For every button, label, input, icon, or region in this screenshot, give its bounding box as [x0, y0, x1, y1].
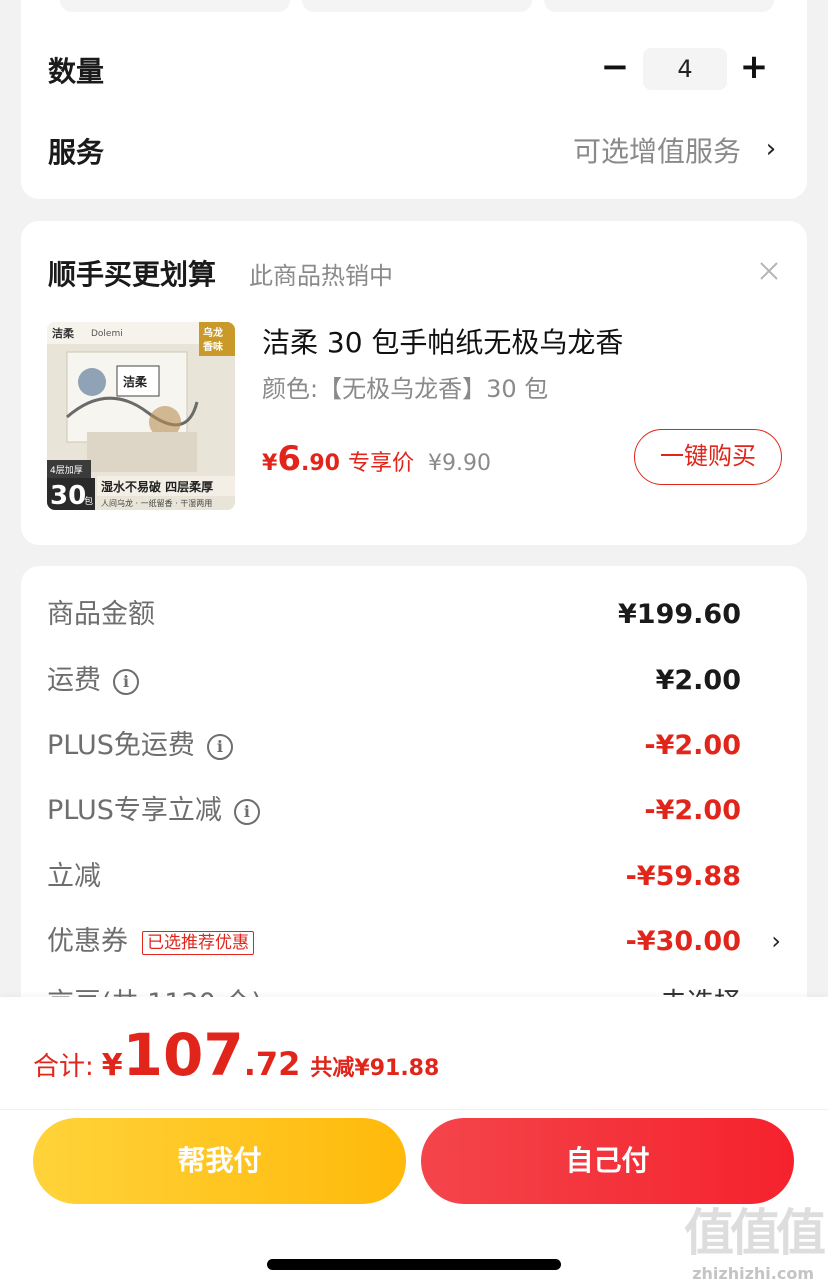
- info-icon[interactable]: i: [206, 733, 233, 760]
- svg-text:香味: 香味: [203, 340, 223, 353]
- info-icon[interactable]: i: [233, 798, 260, 825]
- total-symbol: ¥: [101, 1048, 123, 1083]
- help-pay-button[interactable]: 帮我付: [33, 1118, 406, 1204]
- total-label: 合计:: [33, 1052, 94, 1082]
- chevron-right-icon[interactable]: ›: [756, 134, 786, 164]
- svg-text:人间乌龙 · 一纸留香 · 干湿两用: 人间乌龙 · 一纸留香 · 干湿两用: [101, 498, 212, 508]
- service-value[interactable]: 可选增值服务: [573, 130, 741, 170]
- spec-chip-2[interactable]: 值为得】: [302, 0, 532, 12]
- product-image: 洁柔 Dolemi 乌龙 香味 洁柔 4层加厚 30 包 湿水不易破 四层柔厚 …: [47, 322, 235, 510]
- summary-row-shipping: 运费 i ¥2.00: [47, 661, 781, 701]
- chevron-right-icon[interactable]: ›: [771, 927, 781, 955]
- price-integer: 6: [277, 439, 301, 479]
- divider: [0, 1109, 828, 1110]
- info-icon[interactable]: i: [113, 668, 139, 695]
- self-pay-button[interactable]: 自己付: [421, 1118, 794, 1204]
- product-spec: 颜色:【无极乌龙香】30 包: [262, 375, 549, 403]
- quantity-plus-button[interactable]: +: [734, 48, 774, 88]
- quantity-minus-button[interactable]: −: [595, 48, 635, 88]
- price-summary-card: 商品金额 ¥199.60 运费 i ¥2.00 PLUS免运费 i -¥2.00 P…: [21, 566, 807, 1036]
- svg-text:包: 包: [84, 495, 93, 507]
- quantity-label: 数量: [48, 55, 105, 88]
- total-saved: 共减¥91.88: [310, 1056, 440, 1081]
- total-integer: 107: [122, 1021, 244, 1089]
- quantity-value[interactable]: 4: [643, 48, 727, 90]
- svg-text:4层加厚: 4层加厚: [50, 465, 83, 476]
- summary-value: ¥199.60: [618, 599, 741, 630]
- summary-row-plus-free-shipping: PLUS免运费 i -¥2.00: [47, 726, 781, 766]
- watermark-url: zhizhizhi.com: [692, 1264, 814, 1283]
- promo-title: 顺手买更划算: [48, 258, 217, 291]
- product-thumbnail[interactable]: 洁柔 Dolemi 乌龙 香味 洁柔 4层加厚 30 包 湿水不易破 四层柔厚 …: [47, 322, 235, 510]
- svg-text:30: 30: [50, 481, 86, 510]
- summary-value: -¥59.88: [625, 861, 741, 892]
- promo-subtitle: 此商品热销中: [249, 262, 393, 290]
- product-price: ¥6.90 专享价 ¥9.90: [262, 439, 491, 479]
- summary-label: 优惠券 已选推荐优惠: [47, 922, 254, 962]
- summary-row-plus-discount: PLUS专享立减 i -¥2.00: [47, 791, 781, 831]
- checkout-bar: 合计: ¥107.72 共减¥91.88 帮我付 自己付 值值值 zhizhizhi…: [0, 997, 828, 1287]
- summary-value: -¥2.00: [644, 730, 741, 761]
- promo-card: 顺手买更划算 此商品热销中 洁柔 Dolemi 乌龙 香味 洁柔 4层加厚 30…: [21, 221, 807, 545]
- spec-chip-1[interactable]: 服柔软】: [60, 0, 290, 12]
- home-indicator: [267, 1259, 561, 1270]
- total-price: 合计: ¥107.72 共减¥91.88: [33, 1021, 439, 1089]
- summary-label: 立减: [47, 861, 101, 892]
- summary-row-instant-discount: 立减 -¥59.88: [47, 857, 781, 897]
- watermark-logo: 值值值: [684, 1204, 826, 1262]
- recommended-coupon-badge: 已选推荐优惠: [142, 930, 254, 955]
- price-decimal: .90: [300, 451, 340, 476]
- summary-label: PLUS免运费 i: [47, 726, 233, 766]
- summary-row-coupon[interactable]: 优惠券 已选推荐优惠 -¥30.00 ›: [47, 922, 781, 962]
- one-click-buy-button[interactable]: 一键购买: [634, 429, 782, 485]
- summary-value: -¥30.00: [625, 926, 741, 957]
- price-tag-label: 专享价: [347, 451, 414, 476]
- price-symbol: ¥: [262, 451, 278, 476]
- svg-text:洁柔: 洁柔: [52, 326, 75, 340]
- svg-text:洁柔: 洁柔: [123, 374, 148, 389]
- summary-row-goods: 商品金额 ¥199.60: [47, 595, 781, 635]
- svg-text:Dolemi: Dolemi: [91, 329, 123, 339]
- summary-value: ¥2.00: [655, 665, 741, 696]
- summary-value: -¥2.00: [644, 795, 741, 826]
- summary-label: PLUS专享立减 i: [47, 791, 260, 831]
- summary-label: 商品金额: [47, 599, 155, 630]
- product-name[interactable]: 洁柔 30 包手帕纸无极乌龙香: [262, 321, 623, 361]
- svg-text:湿水不易破 四层柔厚: 湿水不易破 四层柔厚: [101, 479, 213, 494]
- spec-card: 服柔软】 值为得】 数更多】 数量 − 4 + 服务 可选增值服务 ›: [21, 0, 807, 199]
- total-decimal: .72: [243, 1045, 301, 1083]
- close-icon[interactable]: [755, 257, 783, 285]
- svg-text:乌龙: 乌龙: [203, 326, 223, 339]
- original-price: ¥9.90: [427, 451, 491, 476]
- service-label: 服务: [48, 136, 105, 169]
- summary-label: 运费 i: [47, 661, 139, 701]
- spec-chip-3[interactable]: 数更多】: [544, 0, 774, 12]
